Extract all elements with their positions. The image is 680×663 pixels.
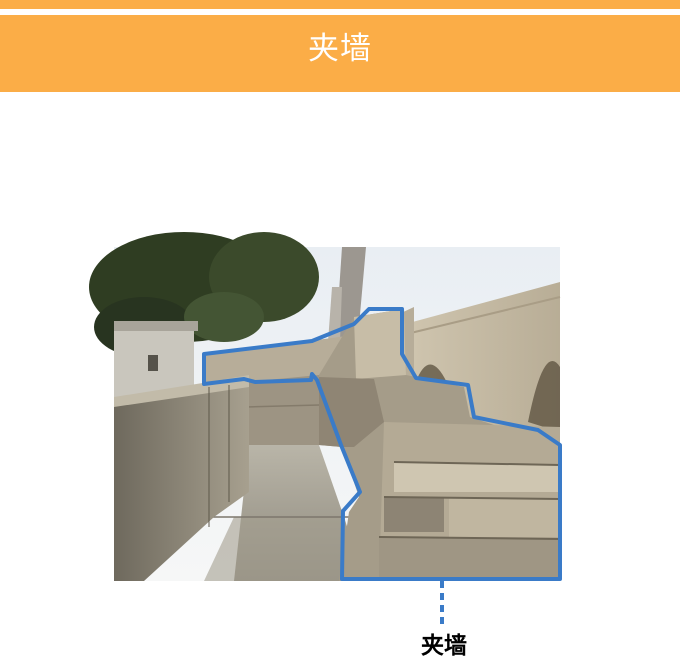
wall-photo (89, 232, 562, 581)
page-title: 夹墙 (308, 31, 372, 67)
wall-annotation-label: 夹墙 (421, 633, 467, 659)
top-accent-stripe (0, 0, 680, 9)
